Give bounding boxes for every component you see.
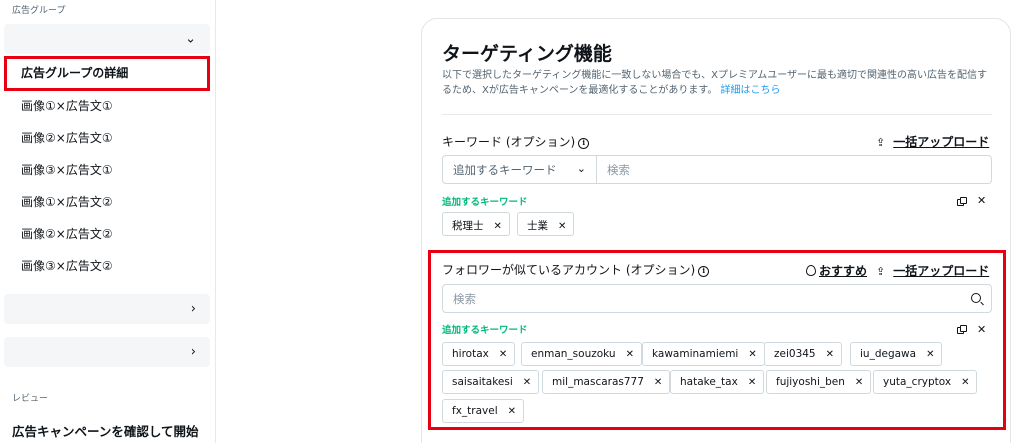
keywords-added-label: 追加するキーワード [442,197,528,208]
chevron-right-icon: › [190,344,196,360]
review-and-launch-link[interactable]: 広告キャンペーンを確認して開始 [12,421,199,440]
chevron-down-icon: ⌄ [185,31,196,47]
remove-icon[interactable]: ✕ [558,221,566,232]
app-root: 広告グループ ⌄ 広告グループの詳細 画像①×広告文① 画像②×広告文① 画像③… [0,0,1024,443]
keywords-label: キーワード (オプション) i [442,133,590,150]
keywords-label-text: キーワード (オプション) [442,135,576,149]
sidebar-section-ad-group: 広告グループ [12,6,66,16]
divider [442,114,992,115]
keyword-type-value: 追加するキーワード [453,163,557,177]
targeting-description: 以下で選択したターゲティング機能に一致しない場合でも、Xプレミアムユーザーに最も… [442,68,994,98]
chip-label: 士業 [527,220,548,232]
sidebar: 広告グループ ⌄ 広告グループの詳細 画像①×広告文① 画像②×広告文① 画像③… [0,0,216,443]
sidebar-item-creative-3-1[interactable]: 画像③×広告文① [21,161,113,178]
clear-all-icon[interactable]: ✕ [977,194,986,207]
sidebar-item-creative-1-2[interactable]: 画像①×広告文② [21,193,113,210]
sidebar-item-creative-1-1[interactable]: 画像①×広告文① [21,97,113,114]
upload-icon: ⇪ [876,136,886,149]
keywords-search-input[interactable]: 検索 [607,162,630,178]
details-link[interactable]: 詳細はこちら [721,85,781,96]
sidebar-item-creative-2-2[interactable]: 画像②×広告文② [21,225,113,242]
chip-label: 税理士 [452,220,484,232]
sidebar-item-creative-2-1[interactable]: 画像②×広告文① [21,129,113,146]
targeting-description-text: 以下で選択したターゲティング機能に一致しない場合でも、Xプレミアムユーザーに最も… [442,70,988,96]
sidebar-item-ad-group-details[interactable]: 広告グループの詳細 [21,64,128,81]
keywords-input-row: 追加するキーワード ⌄ 検索 [442,155,992,184]
sidebar-section-review: レビュー [12,394,49,404]
collapsed-group-2[interactable]: › [4,337,210,367]
collapsed-group-1[interactable]: › [4,294,210,324]
targeting-title: ターゲティング機能 [442,43,612,65]
chevron-down-icon: ⌄ [576,162,586,175]
keyword-chip[interactable]: 士業 ✕ [517,212,575,236]
keywords-bulk-upload-button[interactable]: ⇪ 一括アップロード [876,133,989,150]
ad-group-selector[interactable]: ⌄ [4,24,210,54]
chevron-right-icon: › [190,301,196,317]
keyword-type-select[interactable]: 追加するキーワード ⌄ [443,156,597,183]
sidebar-item-creative-3-2[interactable]: 画像③×広告文② [21,257,113,274]
info-icon[interactable]: i [578,138,590,149]
keyword-chip[interactable]: 税理士 ✕ [442,212,510,236]
copy-icon[interactable] [957,197,967,207]
remove-icon[interactable]: ✕ [494,221,502,232]
follower-section-highlight [428,250,1006,430]
keywords-bulk-upload-label: 一括アップロード [893,135,990,149]
